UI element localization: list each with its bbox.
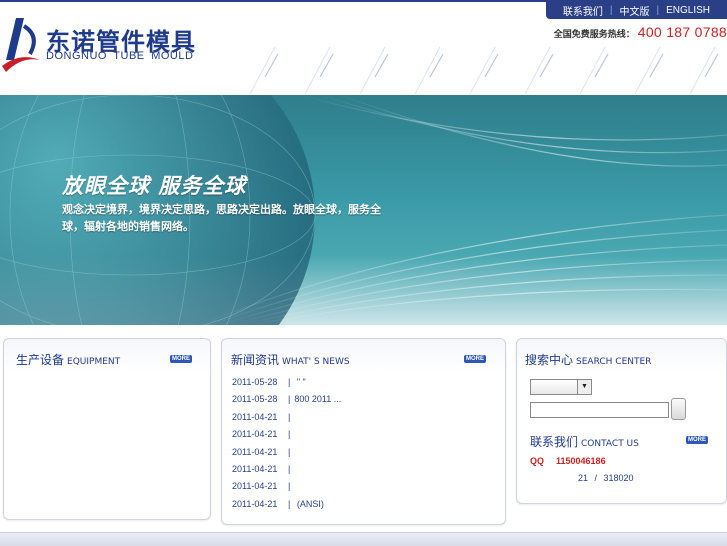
news-separator: | [288, 498, 291, 509]
list-item[interactable]: 2011-04-21 | [232, 481, 341, 498]
list-item[interactable]: 2011-04-21 | (ANSI) [232, 499, 341, 516]
hotline-number: 400 187 0788 [637, 24, 727, 40]
banner-title: 放眼全球 服务全球 [62, 174, 247, 198]
news-title: 新闻资讯 WHAT' S NEWS [231, 351, 350, 368]
equipment-panel: 生产设备 EQUIPMENT MORE [3, 338, 211, 520]
equipment-title-cn: 生产设备 [16, 353, 65, 367]
news-date: 2011-04-21 [232, 481, 278, 492]
contact-title-cn: 联系我们 [530, 435, 579, 449]
qq-contact: QQ 1150046186 [530, 456, 606, 466]
news-separator: | [288, 411, 291, 422]
news-title-link[interactable]: " " [294, 377, 306, 387]
search-title: 搜索中心 SEARCH CENTER [525, 351, 651, 368]
footer-strip [0, 532, 727, 546]
nav-english-version[interactable]: ENGLISH [659, 5, 717, 16]
search-panel: 搜索中心 SEARCH CENTER ▼ 联系我们 CONTACT US MORE … [516, 338, 727, 504]
news-panel: 新闻资讯 WHAT' S NEWS MORE 2011-05-28 | " " 20… [221, 338, 506, 525]
hotline-label: 全国免费服务热线： [553, 29, 635, 39]
contact-phone: 21 / 318020 [578, 473, 634, 483]
news-title-link[interactable]: 800 2011 ... [294, 394, 341, 404]
nav-contact-us[interactable]: 联系我们 [556, 3, 610, 18]
list-item[interactable]: 2011-04-21 | [232, 447, 341, 464]
search-title-cn: 搜索中心 [525, 353, 574, 367]
search-title-en: SEARCH CENTER [576, 357, 652, 367]
news-date: 2011-04-21 [232, 446, 278, 457]
news-separator: | [288, 463, 291, 474]
list-item[interactable]: 2011-04-21 | [232, 464, 341, 481]
nav-chinese-version[interactable]: 中文版 [612, 3, 656, 18]
news-separator: | [288, 377, 291, 387]
hero-banner: 放眼全球 服务全球 观念决定境界，境界决定思路，思路决定出路。放眼全球，服务全球… [0, 95, 727, 325]
list-item[interactable]: 2011-05-28 | " " [232, 377, 341, 394]
news-date: 2011-04-21 [232, 411, 278, 422]
search-button[interactable] [671, 398, 686, 420]
news-title-cn: 新闻资讯 [231, 353, 280, 367]
qq-label: QQ [530, 456, 545, 466]
news-date: 2011-05-28 [232, 394, 278, 405]
news-list: 2011-05-28 | " " 2011-05-28 | 800 2011 ... … [232, 377, 341, 516]
news-date: 2011-04-21 [232, 429, 278, 440]
equipment-title-en: EQUIPMENT [67, 357, 121, 367]
news-separator: | [288, 429, 291, 440]
search-category-select[interactable]: ▼ [530, 379, 592, 395]
news-separator: | [288, 446, 291, 457]
contact-more-button[interactable]: MORE [686, 436, 708, 444]
news-separator: | [288, 394, 291, 405]
header: 东诺管件模具 DONGNUO TUBE MOULD 联系我们 | 中文版 | E… [0, 2, 727, 94]
list-item[interactable]: 2011-04-21 | [232, 429, 341, 446]
news-date: 2011-04-21 [232, 498, 278, 509]
equipment-more-button[interactable]: MORE [170, 355, 192, 363]
dropdown-arrow-icon[interactable]: ▼ [577, 380, 591, 394]
banner-text: 观念决定境界，境界决定思路，思路决定出路。放眼全球，服务全球，辐射各地的销售网络… [62, 203, 381, 233]
news-date: 2011-04-21 [232, 463, 278, 474]
news-more-button[interactable]: MORE [464, 355, 486, 363]
equipment-panel-header: 生产设备 EQUIPMENT MORE [4, 339, 210, 371]
news-title-link[interactable]: (ANSI) [294, 499, 324, 509]
contact-title-en: CONTACT US [581, 439, 639, 449]
news-title-en: WHAT' S NEWS [282, 357, 350, 367]
news-separator: | [288, 481, 291, 492]
contact-title: 联系我们 CONTACT US [530, 433, 639, 450]
top-nav: 联系我们 | 中文版 | ENGLISH [545, 2, 727, 19]
news-date: 2011-05-28 [232, 377, 278, 387]
equipment-title: 生产设备 EQUIPMENT [16, 351, 120, 368]
news-panel-header: 新闻资讯 WHAT' S NEWS MORE [222, 339, 505, 371]
list-item[interactable]: 2011-04-21 | [232, 412, 341, 429]
dongnuo-logo-icon[interactable] [2, 16, 42, 72]
list-item[interactable]: 2011-05-28 | 800 2011 ... [232, 394, 341, 411]
search-input[interactable] [530, 402, 669, 418]
logo-english-name: DONGNUO TUBE MOULD [46, 50, 194, 62]
search-panel-header: 搜索中心 SEARCH CENTER [517, 339, 726, 371]
qq-number[interactable]: 1150046186 [556, 456, 606, 466]
hotline: 全国免费服务热线： 400 187 0788 [554, 24, 727, 40]
